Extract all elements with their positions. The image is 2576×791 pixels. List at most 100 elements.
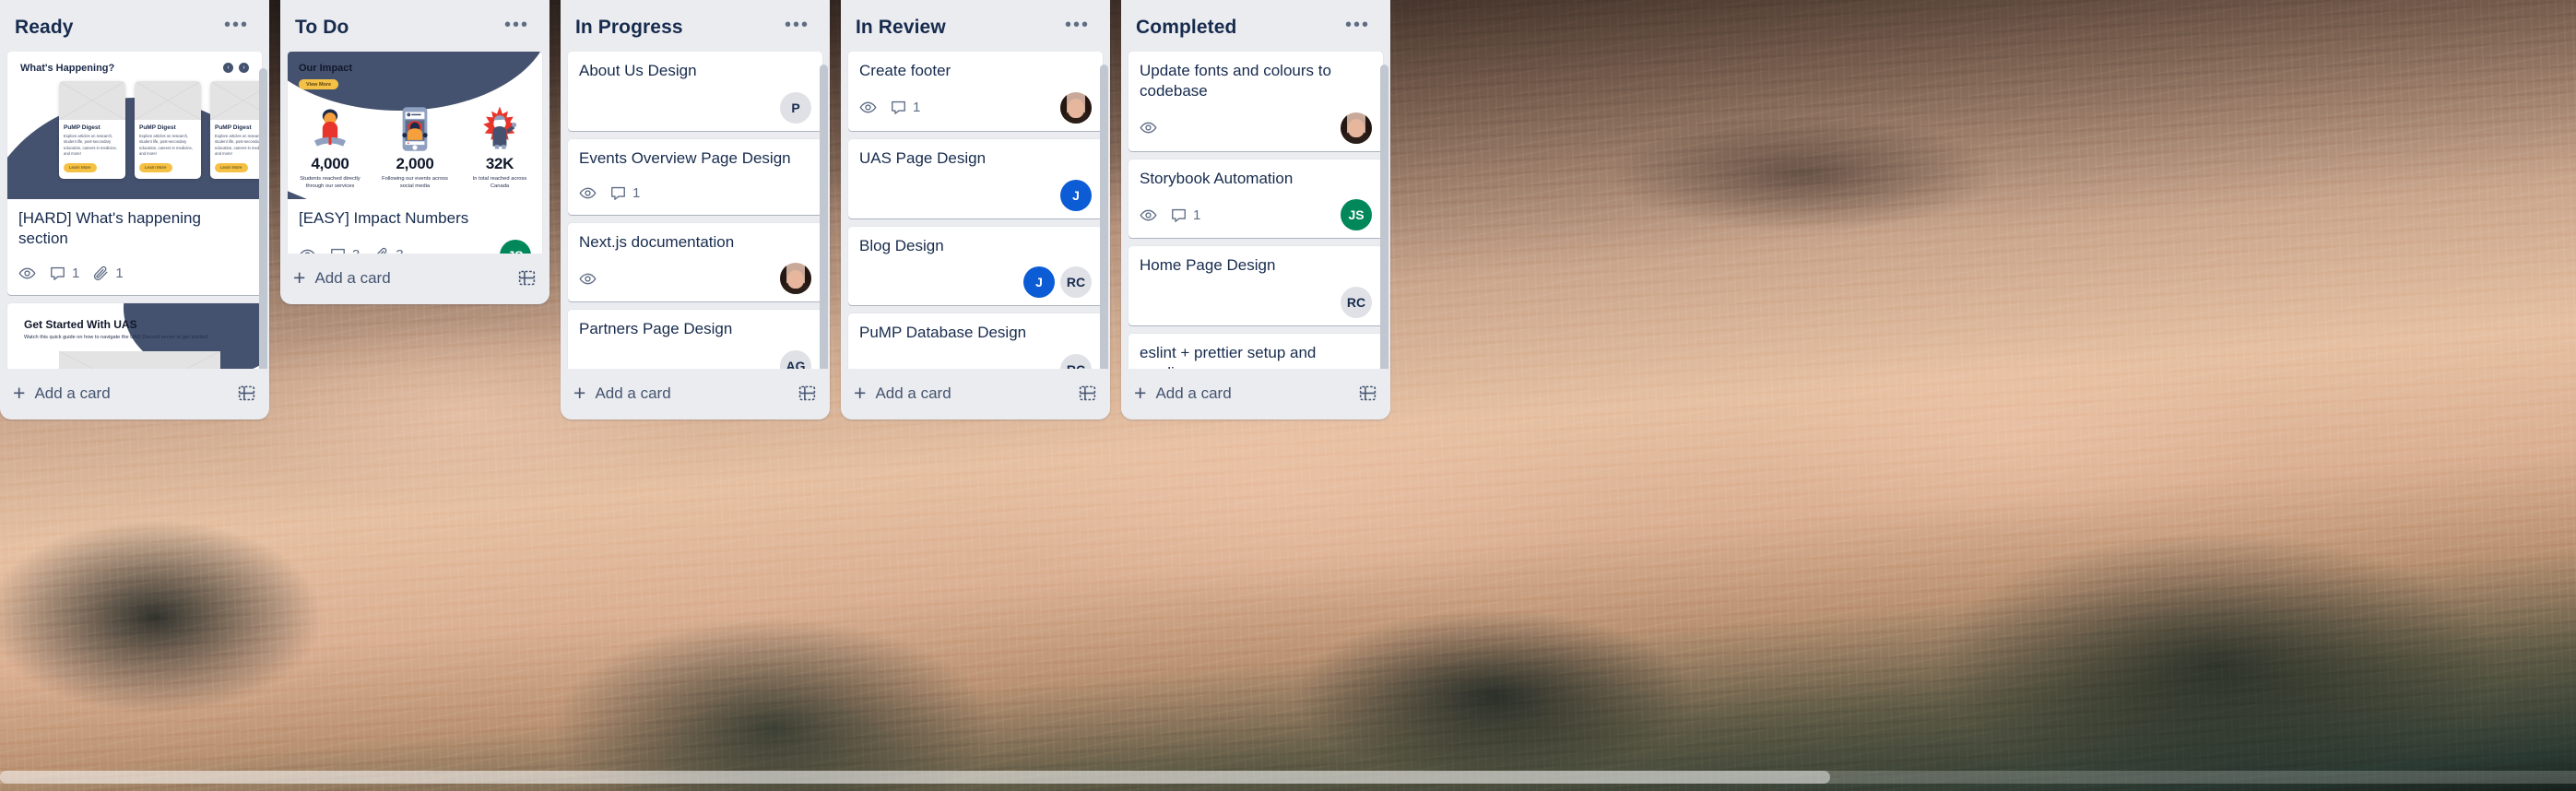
card[interactable]: Update fonts and colours to codebase (1128, 52, 1383, 151)
add-card-button[interactable]: + Add a card (280, 254, 549, 304)
avatar[interactable]: AG (780, 350, 811, 369)
paperclip-icon (94, 266, 108, 281)
list-title[interactable]: In Progress (575, 17, 683, 39)
card-members (1060, 91, 1092, 124)
avatar[interactable]: J (1023, 266, 1055, 299)
avatar[interactable] (1060, 91, 1092, 124)
ellipsis-icon[interactable]: ••• (219, 16, 254, 39)
card[interactable]: UAS Page Design J (848, 138, 1103, 218)
card-template-icon[interactable] (517, 268, 537, 288)
card[interactable]: About Us Design P (568, 52, 822, 131)
add-card-button[interactable]: + Add a card (841, 369, 1110, 419)
comment-icon (51, 266, 65, 280)
impact-stat-number: 2,000 (396, 155, 434, 172)
card-cover-get-started-uas: Get Started With UAS Watch this quick gui… (7, 302, 262, 369)
card-template-icon[interactable] (798, 384, 817, 403)
list-vertical-scrollbar[interactable] (1100, 65, 1108, 369)
card[interactable]: Home Page Design RC (1128, 246, 1383, 325)
card-template-icon[interactable] (1358, 384, 1377, 403)
card-title: Update fonts and colours to codebase (1140, 62, 1331, 100)
avatar[interactable]: J (1060, 179, 1092, 211)
avatar[interactable]: JS (1341, 199, 1372, 231)
cards-scroll-area: What's Happening? ‹ › PuMP Digest Explore ar… (0, 52, 269, 369)
chevron-right-icon: › (239, 63, 249, 73)
tile-heading: PuMP Digest (139, 124, 176, 131)
cover-heading: What's Happening? (20, 63, 115, 74)
list-title[interactable]: Ready (15, 17, 74, 39)
add-card-button[interactable]: + Add a card (0, 369, 269, 419)
avatar[interactable]: JS (500, 239, 531, 254)
ellipsis-icon[interactable]: ••• (779, 16, 815, 39)
card-template-icon[interactable] (1078, 384, 1097, 403)
list-header: In Review ••• (841, 0, 1110, 52)
card[interactable]: PuMP Database Design RC (848, 313, 1103, 369)
impact-stat-caption: Students reached directly through our se… (300, 176, 360, 190)
badge-attachment: 3 (372, 246, 404, 254)
ellipsis-icon[interactable]: ••• (1340, 16, 1376, 39)
ellipsis-icon[interactable]: ••• (1059, 16, 1095, 39)
list-to-do: To Do ••• Our Impact View More 4,000 Students… (280, 0, 549, 304)
cover-carousel-controls: ‹ › (223, 63, 249, 73)
plus-icon: + (13, 381, 26, 405)
avatar[interactable]: RC (1060, 266, 1092, 299)
eye-icon (579, 187, 597, 199)
badge-count: 1 (115, 266, 124, 281)
list-vertical-scrollbar[interactable] (1380, 65, 1388, 369)
card-badges: AG (579, 350, 811, 369)
plus-icon: + (293, 266, 306, 289)
card[interactable]: Get Started With UAS Watch this quick gui… (7, 302, 262, 369)
phone-social-icon (372, 96, 457, 153)
view-more-button: View More (299, 79, 339, 89)
card[interactable]: Create footer 1 (848, 52, 1103, 131)
card[interactable]: Next.js documentation (568, 222, 822, 302)
tile-body: Explore articles on research, student li… (215, 134, 262, 156)
tile-body: Explore articles on research, student li… (139, 134, 193, 156)
list-vertical-scrollbar[interactable] (820, 65, 828, 369)
list-title[interactable]: To Do (295, 17, 349, 39)
list-title[interactable]: Completed (1136, 17, 1236, 39)
card-members: RC (1341, 287, 1372, 318)
card-badges: 1 (579, 180, 811, 207)
card-badges: RC (1140, 287, 1372, 318)
add-card-button[interactable]: + Add a card (1121, 369, 1390, 419)
avatar[interactable]: RC (1341, 287, 1372, 318)
add-card-label: Add a card (595, 384, 671, 402)
card[interactable]: Blog Design J RC (848, 226, 1103, 306)
card-title: UAS Page Design (859, 148, 987, 167)
maple-leaf-person-icon (483, 106, 517, 149)
card[interactable]: Our Impact View More 4,000 Students reached… (288, 52, 542, 254)
card-title: PuMP Database Design (859, 324, 1027, 342)
add-card-label: Add a card (314, 268, 391, 287)
badge-watch (579, 184, 597, 202)
add-card-button[interactable]: + Add a card (561, 369, 830, 419)
card[interactable]: eslint + prettier setup and reading (1128, 334, 1383, 369)
avatar[interactable]: P (780, 91, 811, 124)
card-title: Create footer (859, 62, 951, 79)
phone-social-icon (402, 107, 428, 151)
card[interactable]: Partners Page Design AG (568, 310, 822, 369)
board-horizontal-scrollbar[interactable] (0, 771, 2576, 784)
board-horizontal-scrollbar-thumb[interactable] (0, 771, 1830, 784)
card-badges: 11 (18, 260, 251, 288)
avatar[interactable]: RC (1060, 354, 1092, 369)
list-title[interactable]: In Review (856, 17, 946, 39)
card-badges (579, 263, 811, 295)
card-badges: 1 JS (1140, 199, 1372, 231)
badge-comment: 1 (890, 99, 920, 116)
card[interactable]: Storybook Automation 1 JS (1128, 159, 1383, 239)
tile-heading: PuMP Digest (64, 124, 100, 131)
comment-icon (1172, 208, 1186, 222)
card-cover-whats-happening: What's Happening? ‹ › PuMP Digest Explore ar… (7, 52, 262, 199)
eye-icon (1140, 122, 1157, 134)
impact-stat-caption: In total reached across Canada (472, 176, 527, 190)
list-header: Completed ••• (1121, 0, 1390, 52)
badge-watch (1140, 207, 1157, 224)
avatar[interactable] (780, 263, 811, 295)
card-template-icon[interactable] (237, 384, 256, 403)
list-vertical-scrollbar[interactable] (259, 68, 267, 369)
ellipsis-icon[interactable]: ••• (499, 16, 535, 39)
card[interactable]: What's Happening? ‹ › PuMP Digest Explore ar… (7, 52, 262, 295)
avatar[interactable] (1341, 112, 1372, 144)
impact-stat-number: 4,000 (311, 155, 349, 172)
card[interactable]: Events Overview Page Design 1 (568, 138, 822, 215)
